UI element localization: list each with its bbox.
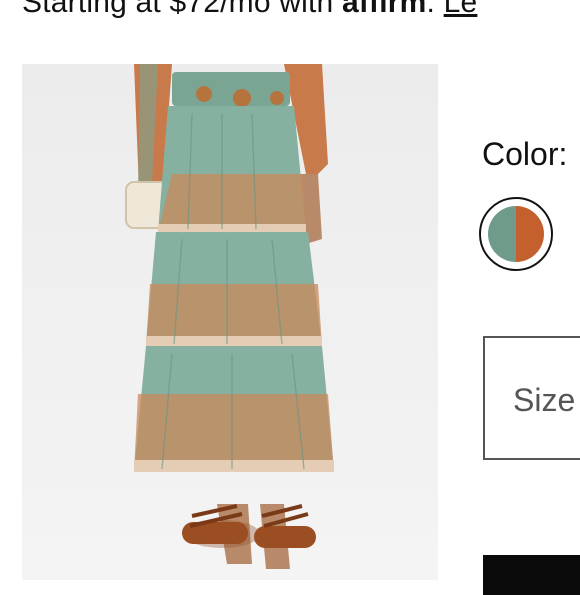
learn-more-link[interactable]: Le bbox=[444, 0, 478, 19]
financing-prefix: Starting at $72/mo with bbox=[22, 0, 334, 19]
add-to-bag-button[interactable] bbox=[483, 555, 580, 595]
swatch-colors bbox=[488, 206, 544, 262]
color-swatch-selected[interactable] bbox=[479, 197, 553, 271]
swatch-green-half bbox=[488, 206, 516, 262]
swatch-orange-half bbox=[516, 206, 544, 262]
skirt-photo-illustration bbox=[125, 64, 334, 569]
size-label: Size bbox=[513, 382, 576, 418]
color-label: Color: bbox=[482, 136, 568, 172]
size-selector[interactable]: Size bbox=[483, 336, 580, 460]
affirm-brand: affirm bbox=[341, 0, 427, 19]
financing-suffix: . bbox=[426, 0, 436, 19]
product-image[interactable] bbox=[22, 64, 438, 580]
affirm-financing-text: Starting at $72/mo with affirm. Le bbox=[22, 0, 477, 20]
